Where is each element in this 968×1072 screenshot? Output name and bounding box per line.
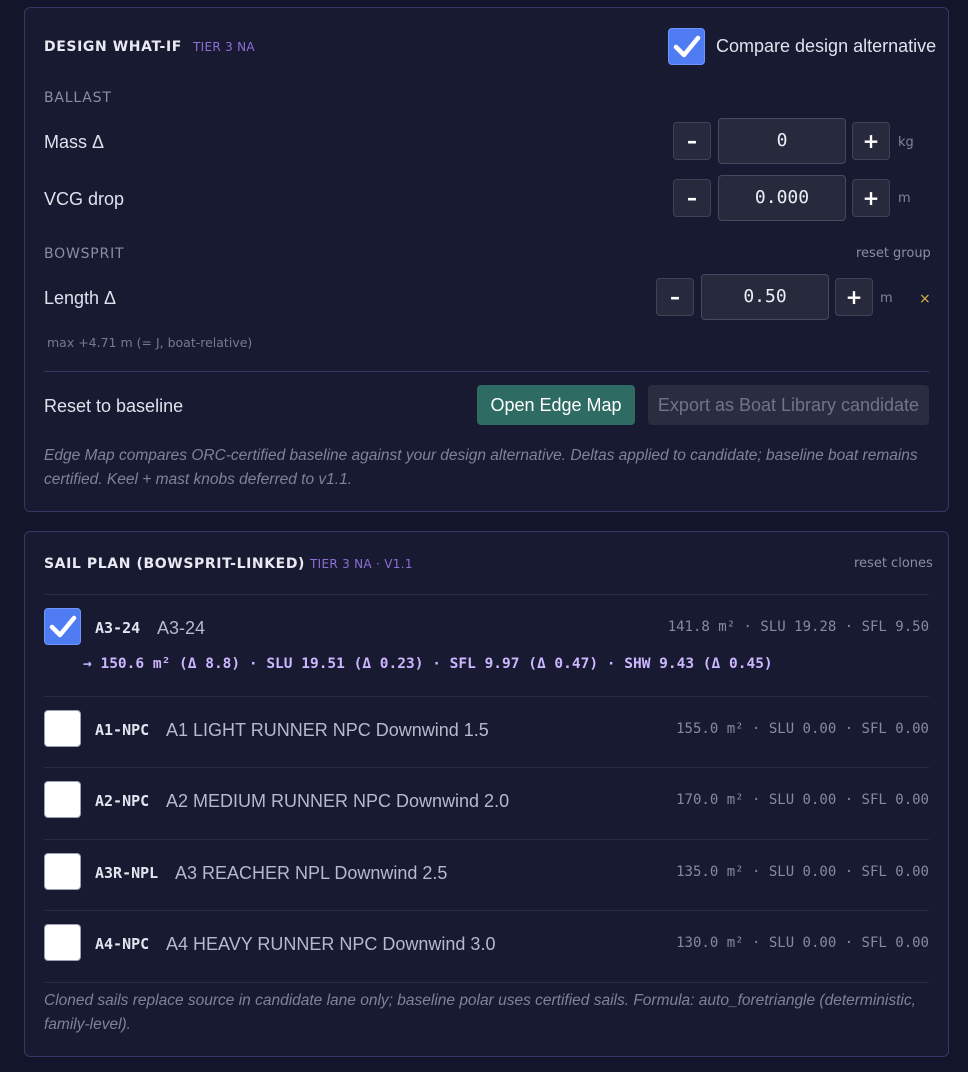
vcg-drop-label: VCG drop [44, 189, 125, 209]
bowsprit-group-label: BOWSPRIT [44, 246, 125, 262]
length-delta-input[interactable]: 0.50 [701, 274, 829, 320]
mass-unit: kg [898, 135, 914, 150]
checkmark-icon [673, 35, 701, 58]
length-delta-label: Length Δ [44, 288, 117, 308]
sail-code: A2-NPC [95, 792, 150, 810]
sail-plan-title: SAIL PLAN (BOWSPRIT-LINKED) [44, 556, 306, 572]
open-edge-map-button[interactable]: Open Edge Map [477, 385, 635, 425]
vcg-unit: m [898, 191, 911, 206]
sail-a3r-npl-checkbox[interactable] [44, 853, 81, 890]
sail-derived-stats: → 150.6 m² (Δ 8.8) · SLU 19.51 (Δ 0.23) … [83, 656, 773, 672]
mass-delta-input[interactable]: 0 [718, 118, 846, 164]
sail-plan-note: Cloned sails replace source in candidate… [44, 992, 916, 1033]
row-divider [44, 982, 929, 983]
length-unit: m [880, 291, 893, 306]
sail-name: A3 REACHER NPL Downwind 2.5 [175, 863, 448, 883]
sail-stats: 141.8 m² · SLU 19.28 · SFL 9.50 [667, 619, 929, 635]
clear-length-icon[interactable]: × [919, 291, 931, 307]
sail-a3-24-checkbox[interactable] [44, 608, 81, 645]
mass-decrement-button[interactable]: – [673, 122, 711, 160]
reset-group-link[interactable]: reset group [856, 246, 931, 261]
sail-name: A1 LIGHT RUNNER NPC Downwind 1.5 [166, 720, 489, 740]
row-divider [44, 910, 929, 911]
reset-clones-link[interactable]: reset clones [854, 556, 933, 571]
sail-name: A3-24 [157, 618, 206, 638]
section-divider [44, 371, 929, 372]
checkmark-icon [49, 615, 77, 638]
sail-a1-npc-checkbox[interactable] [44, 710, 81, 747]
row-divider [44, 594, 929, 595]
vcg-decrement-button[interactable]: – [673, 179, 711, 217]
vcg-drop-input[interactable]: 0.000 [718, 175, 846, 221]
sail-name: A4 HEAVY RUNNER NPC Downwind 3.0 [166, 934, 496, 954]
design-whatif-title: DESIGN WHAT-IF [44, 39, 182, 55]
design-whatif-tier-badge: TIER 3 NA [193, 40, 255, 54]
sail-stats: 130.0 m² · SLU 0.00 · SFL 0.00 [676, 935, 929, 951]
sail-a4-npc-checkbox[interactable] [44, 924, 81, 961]
sail-plan-panel: SAIL PLAN (BOWSPRIT-LINKED) TIER 3 NA · … [24, 531, 949, 1057]
export-candidate-button[interactable]: Export as Boat Library candidate [648, 385, 929, 425]
vcg-increment-button[interactable]: + [852, 179, 890, 217]
sail-a2-npc-checkbox[interactable] [44, 781, 81, 818]
length-max-hint: max +4.71 m (= J, boat-relative) [47, 335, 253, 350]
mass-delta-label: Mass Δ [44, 132, 105, 152]
mass-increment-button[interactable]: + [852, 122, 890, 160]
sail-code: A3R-NPL [95, 864, 159, 882]
edge-map-note: Edge Map compares ORC-certified baseline… [44, 447, 918, 488]
sail-code: A3-24 [95, 619, 141, 637]
ballast-group-label: BALLAST [44, 90, 112, 106]
design-whatif-panel: DESIGN WHAT-IF TIER 3 NA Compare design … [24, 7, 949, 512]
row-divider [44, 839, 929, 840]
row-divider [44, 696, 929, 697]
sail-stats: 155.0 m² · SLU 0.00 · SFL 0.00 [676, 721, 929, 737]
compare-design-label[interactable]: Compare design alternative [716, 36, 936, 57]
row-divider [44, 767, 929, 768]
sail-name: A2 MEDIUM RUNNER NPC Downwind 2.0 [166, 791, 510, 811]
length-increment-button[interactable]: + [835, 278, 873, 316]
sail-stats: 135.0 m² · SLU 0.00 · SFL 0.00 [676, 864, 929, 880]
reset-baseline-link[interactable]: Reset to baseline [44, 396, 183, 417]
sail-code: A1-NPC [95, 721, 150, 739]
sail-stats: 170.0 m² · SLU 0.00 · SFL 0.00 [676, 792, 929, 808]
sail-code: A4-NPC [95, 935, 150, 953]
compare-design-checkbox[interactable] [668, 28, 705, 65]
sail-plan-tier-badge: TIER 3 NA · V1.1 [310, 557, 413, 571]
length-decrement-button[interactable]: – [656, 278, 694, 316]
